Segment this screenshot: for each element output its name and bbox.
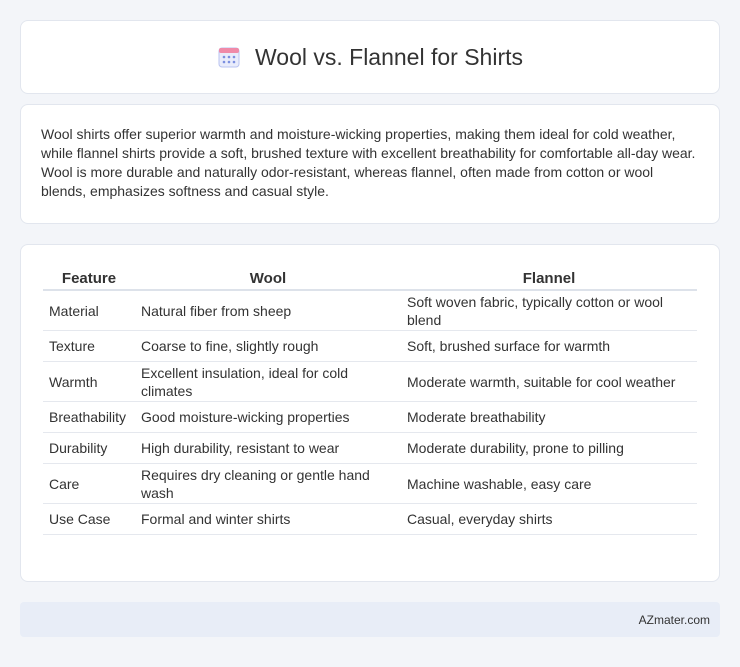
wool-cell: Formal and winter shirts: [135, 504, 401, 535]
wool-cell: Coarse to fine, slightly rough: [135, 331, 401, 362]
comparison-table-card: Feature Wool Flannel Material Natural fi…: [20, 244, 720, 582]
wool-cell: Requires dry cleaning or gentle hand was…: [135, 464, 401, 504]
flannel-cell: Moderate breathability: [401, 402, 697, 433]
flannel-cell: Machine washable, easy care: [401, 464, 697, 504]
calendar-icon: [217, 45, 241, 69]
summary-card: Wool shirts offer superior warmth and mo…: [20, 104, 720, 224]
footer-brand: AZmater.com: [638, 612, 710, 627]
summary-text: Wool shirts offer superior warmth and mo…: [41, 126, 696, 199]
feature-cell: Warmth: [43, 362, 135, 402]
feature-cell: Texture: [43, 331, 135, 362]
table-row: Care Requires dry cleaning or gentle han…: [43, 464, 697, 504]
feature-cell: Breathability: [43, 402, 135, 433]
table-row: Texture Coarse to fine, slightly rough S…: [43, 331, 697, 362]
flannel-cell: Casual, everyday shirts: [401, 504, 697, 535]
wool-cell: Good moisture-wicking properties: [135, 402, 401, 433]
flannel-cell: Soft woven fabric, typically cotton or w…: [401, 291, 697, 331]
footer-bar: AZmater.com: [20, 602, 720, 637]
feature-cell: Durability: [43, 433, 135, 464]
feature-cell: Material: [43, 291, 135, 331]
table-row: Breathability Good moisture-wicking prop…: [43, 402, 697, 433]
page-title: Wool vs. Flannel for Shirts: [254, 43, 523, 70]
header-flannel: Flannel: [401, 265, 697, 291]
flannel-cell: Moderate durability, prone to pilling: [401, 433, 697, 464]
wool-cell: High durability, resistant to wear: [135, 433, 401, 464]
flannel-cell: Moderate warmth, suitable for cool weath…: [401, 362, 697, 402]
header-wool: Wool: [135, 265, 401, 291]
table-header-row: Feature Wool Flannel: [43, 265, 697, 291]
table-row: Material Natural fiber from sheep Soft w…: [43, 291, 697, 331]
wool-cell: Natural fiber from sheep: [135, 291, 401, 331]
title-card: Wool vs. Flannel for Shirts: [20, 20, 720, 94]
header-feature: Feature: [43, 265, 135, 291]
comparison-table: Feature Wool Flannel Material Natural fi…: [43, 265, 697, 535]
table-row: Use Case Formal and winter shirts Casual…: [43, 504, 697, 535]
table-row: Warmth Excellent insulation, ideal for c…: [43, 362, 697, 402]
flannel-cell: Soft, brushed surface for warmth: [401, 331, 697, 362]
wool-cell: Excellent insulation, ideal for cold cli…: [135, 362, 401, 402]
feature-cell: Use Case: [43, 504, 135, 535]
feature-cell: Care: [43, 464, 135, 504]
table-row: Durability High durability, resistant to…: [43, 433, 697, 464]
